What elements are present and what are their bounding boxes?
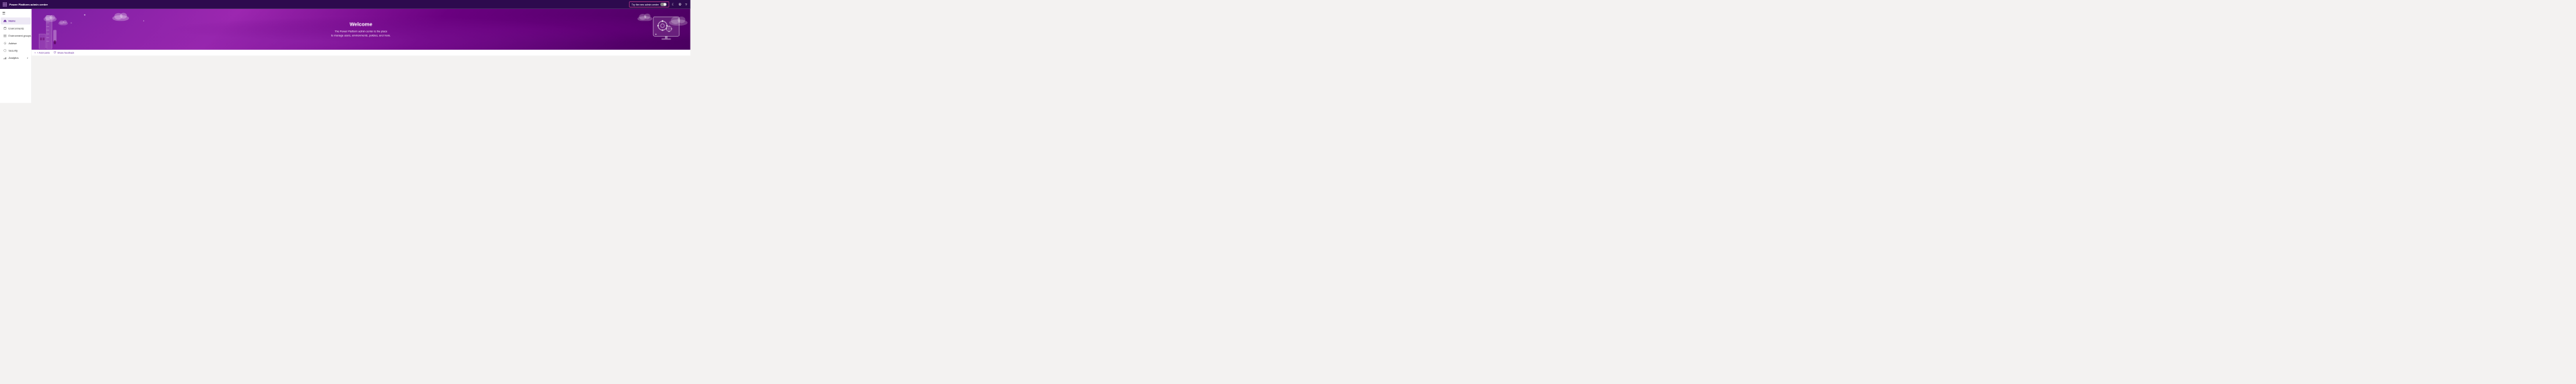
welcome-banner: ✦ ✦ ✦ ✦ ✦ — [32, 9, 691, 50]
environment-groups-icon — [3, 34, 7, 37]
home-icon — [3, 19, 7, 23]
welcome-title: Welcome — [331, 21, 391, 28]
try-new-admin-toggle[interactable] — [660, 3, 666, 6]
feedback-icon — [53, 51, 56, 55]
environments-icon — [3, 27, 7, 30]
analytics-chevron-icon: ▾ — [27, 57, 28, 59]
gear-icon: ⚙ — [678, 3, 681, 7]
banner-content: Welcome The Power Platform admin center … — [331, 21, 391, 37]
sidebar-item-advisor[interactable]: Advisor — [1, 39, 30, 46]
star-5-icon: ✦ — [143, 20, 144, 22]
sidebar-home-label: Home — [8, 19, 15, 22]
sidebar-item-analytics[interactable]: Analytics ▾ — [1, 55, 30, 62]
sidebar-environments-label: Environments — [8, 27, 24, 30]
cloud-3 — [112, 11, 130, 22]
sidebar-environment-groups-label: Environment groups — [8, 35, 30, 37]
sidebar-item-environment-groups[interactable]: Environment groups — [1, 33, 30, 39]
welcome-subtitle: The Power Platform admin center is the p… — [331, 29, 391, 37]
power-platform-logo-icon — [2, 2, 8, 8]
help-icon: ? — [685, 3, 687, 7]
banner-right-decoration — [651, 15, 681, 44]
moon-icon: ☾ — [672, 3, 675, 7]
sidebar-advisor-label: Advisor — [8, 42, 17, 44]
app-title: Power Platform admin center — [9, 3, 48, 6]
sidebar-item-security[interactable]: Security — [1, 47, 30, 54]
try-new-admin-label: Try the new admin center — [632, 3, 659, 6]
share-feedback-button[interactable]: Share feedback — [53, 51, 74, 55]
main-content: ✦ ✦ ✦ ✦ ✦ — [32, 9, 691, 103]
sidebar-hamburger-button[interactable]: ☰ — [0, 10, 31, 17]
topbar-right: Try the new admin center ☾ ⚙ ? — [629, 1, 688, 7]
sidebar-item-home[interactable]: Home — [1, 17, 30, 24]
banner-left-decoration — [37, 12, 62, 50]
security-icon — [3, 49, 7, 53]
help-icon-button[interactable]: ? — [684, 2, 689, 8]
star-1-icon: ✦ — [84, 14, 86, 17]
main-layout: ☰ Home Environments Environment groups — [0, 9, 691, 103]
sidebar-analytics-label: Analytics — [8, 57, 18, 60]
sidebar: ☰ Home Environments Environment groups — [0, 9, 32, 103]
settings-icon-button[interactable]: ⚙ — [677, 2, 683, 8]
add-cards-button[interactable]: + + Add cards — [35, 51, 50, 54]
sidebar-security-label: Security — [8, 49, 17, 52]
moon-icon-button[interactable]: ☾ — [670, 2, 676, 8]
analytics-icon — [3, 56, 7, 60]
add-icon: + — [35, 51, 36, 54]
topbar: Power Platform admin center Try the new … — [0, 0, 691, 9]
star-2-icon: ✦ — [71, 22, 72, 24]
topbar-brand: Power Platform admin center — [2, 2, 627, 8]
advisor-icon — [3, 42, 7, 45]
try-new-admin-button[interactable]: Try the new admin center — [629, 1, 669, 7]
page-toolbar: + + Add cards Share feedback — [32, 50, 691, 56]
sidebar-item-environments[interactable]: Environments — [1, 25, 30, 32]
